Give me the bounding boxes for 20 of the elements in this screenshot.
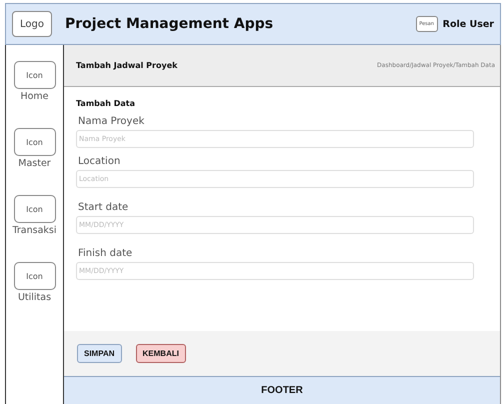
field-label: Finish date xyxy=(78,248,134,259)
app-title: Project Management Apps xyxy=(65,16,274,32)
action-button[interactable]: KEMBALI xyxy=(136,344,186,363)
nav-label[interactable]: Home xyxy=(20,91,49,102)
logo-button[interactable]: Logo xyxy=(12,11,52,37)
nav-label[interactable]: Transaksi xyxy=(12,225,57,236)
form-title: Tambah Data xyxy=(76,99,136,108)
nav-label[interactable]: Master xyxy=(18,158,51,169)
page-title: Tambah Jadwal Proyek xyxy=(76,61,178,70)
nav-label[interactable]: Utilitas xyxy=(18,292,52,303)
field-label: Location xyxy=(78,156,122,167)
user-role: Role User xyxy=(442,18,494,30)
action-button[interactable]: SIMPAN xyxy=(77,344,122,363)
nav-icon-button[interactable]: Icon xyxy=(14,195,56,223)
nav-icon-button[interactable]: Icon xyxy=(14,262,56,290)
nav-icon-button[interactable]: Icon xyxy=(14,128,56,156)
nav-icon-button[interactable]: Icon xyxy=(14,61,56,89)
field-label: Nama Proyek xyxy=(78,116,146,127)
footer-text: FOOTER xyxy=(261,385,303,396)
field-label: Start date xyxy=(78,202,130,213)
